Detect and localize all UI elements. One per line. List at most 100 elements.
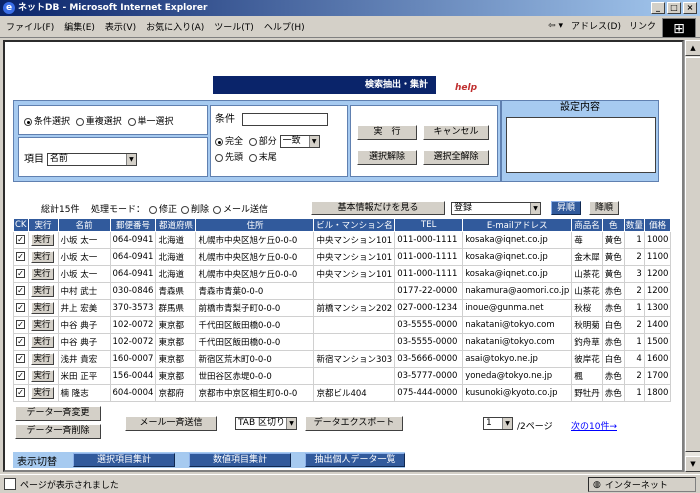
scroll-up-icon[interactable]: ▲ [685, 40, 700, 56]
col-ck[interactable]: CK [13, 218, 29, 232]
windows-logo-icon: ⊞ [662, 18, 696, 38]
row-checkbox[interactable]: ✓ [13, 282, 29, 300]
extract-list-button[interactable]: 抽出個人データ一覧 [305, 453, 405, 467]
mode-mail-radio[interactable]: メール送信 [213, 202, 268, 215]
menu-favorites[interactable]: お気に入り(A) [146, 20, 204, 33]
row-checkbox[interactable]: ✓ [13, 316, 29, 334]
match-radio-1[interactable]: 部分 [248, 137, 277, 147]
row-checkbox[interactable]: ✓ [13, 299, 29, 317]
mode-radio-0[interactable]: 条件選択 [24, 117, 70, 127]
row-exec-button[interactable]: 実行 [30, 301, 54, 314]
maximize-button[interactable]: □ [667, 2, 681, 14]
col-tel[interactable]: TEL [394, 218, 464, 232]
match-radio-3[interactable]: 末尾 [248, 153, 277, 163]
title-bar: e ネットDB - Microsoft Internet Explorer _ … [0, 0, 700, 16]
bulk-mail-button[interactable]: メール一斉送信 [125, 416, 217, 431]
col-name[interactable]: 名前 [57, 218, 111, 232]
export-button[interactable]: データエクスポート [305, 416, 403, 431]
cell-addr: 前橋市青梨子町0-0-0 [195, 299, 315, 317]
scroll-thumb[interactable] [685, 57, 700, 452]
row-exec-button[interactable]: 実行 [30, 250, 54, 263]
col-pref[interactable]: 都道府県 [155, 218, 197, 232]
match-type-select[interactable]: 一致 ▼ [279, 135, 320, 148]
col-product[interactable]: 商品名 [571, 218, 603, 232]
cell-pref: 東京都 [155, 333, 197, 351]
back-icon[interactable]: ⇦ ▾ [548, 21, 563, 31]
col-exec[interactable]: 実行 [27, 218, 59, 232]
row-exec-button[interactable]: 実行 [30, 318, 54, 331]
row-exec-button[interactable]: 実行 [30, 352, 54, 365]
settings-content[interactable] [506, 117, 656, 173]
cell-tel: 03-5777-0000 [394, 367, 464, 385]
cond-label: 条件 [215, 114, 235, 125]
clear-selection-button[interactable]: 選択解除 [357, 150, 417, 165]
col-color[interactable]: 色 [601, 218, 625, 232]
menu-edit[interactable]: 編集(E) [64, 20, 95, 33]
row-checkbox[interactable]: ✓ [13, 367, 29, 385]
tab-sep-select[interactable]: TAB 区切り ▼ [235, 417, 297, 430]
cell-bldg [313, 333, 396, 351]
bulk-change-button[interactable]: データ一斉変更 [15, 406, 101, 421]
cell-qty: 1 [623, 384, 645, 402]
row-checkbox[interactable]: ✓ [13, 333, 29, 351]
cell-bldg: 中央マンション101 [313, 248, 396, 266]
mode-edit-radio[interactable]: 修正 [149, 202, 177, 215]
match-radio-0[interactable]: 完全 [215, 137, 243, 147]
register-select[interactable]: 登録 ▼ [451, 202, 541, 215]
cell-zip: 102-0072 [109, 316, 157, 334]
cond-input[interactable] [241, 113, 328, 126]
col-address[interactable]: 住所 [195, 218, 315, 232]
cell-name: 小坂 太一 [57, 248, 111, 266]
col-zip[interactable]: 郵便番号 [109, 218, 157, 232]
row-checkbox[interactable]: ✓ [13, 248, 29, 266]
mode-radio-1[interactable]: 重複選択 [75, 117, 122, 127]
row-exec-button[interactable]: 実行 [30, 369, 54, 382]
row-checkbox[interactable]: ✓ [13, 350, 29, 368]
next-page-link[interactable]: 次の10件→ [571, 419, 617, 432]
row-exec-button[interactable]: 実行 [30, 267, 54, 280]
clear-all-button[interactable]: 選択全解除 [423, 150, 489, 165]
desc-button[interactable]: 降順 [589, 201, 619, 215]
row-exec-button[interactable]: 実行 [30, 335, 54, 348]
mode-radio-2[interactable]: 単一選択 [127, 117, 174, 127]
match-radio-2[interactable]: 先頭 [215, 153, 243, 163]
row-checkbox[interactable]: ✓ [13, 265, 29, 283]
minimize-button[interactable]: _ [651, 2, 665, 14]
cell-product: 苺 [571, 231, 603, 249]
row-exec-button[interactable]: 実行 [30, 284, 54, 297]
menu-file[interactable]: ファイル(F) [6, 20, 54, 33]
address-label[interactable]: アドレス(D) [571, 19, 621, 32]
data-table: CK 実行 名前 郵便番号 都道府県 住所 ビル・マンション名 TEL E-ma… [13, 218, 672, 402]
menu-view[interactable]: 表示(V) [105, 20, 136, 33]
col-building[interactable]: ビル・マンション名 [313, 218, 396, 232]
numeric-summary-button[interactable]: 数値項目集計 [189, 453, 291, 467]
menu-tools[interactable]: ツール(T) [214, 20, 254, 33]
select-summary-button[interactable]: 選択項目集計 [73, 453, 175, 467]
row-checkbox[interactable]: ✓ [13, 231, 29, 249]
col-email[interactable]: E-mailアドレス [462, 218, 573, 232]
links-label[interactable]: リンク [629, 19, 656, 32]
cell-name: 楠 隆志 [57, 384, 111, 402]
basic-info-button[interactable]: 基本情報だけを見る [311, 201, 445, 215]
mode-delete-radio[interactable]: 削除 [181, 202, 209, 215]
close-button[interactable]: × [683, 2, 697, 14]
asc-button[interactable]: 昇順 [551, 201, 581, 215]
exec-button[interactable]: 実 行 [357, 125, 417, 140]
row-exec-button[interactable]: 実行 [30, 233, 54, 246]
col-qty[interactable]: 数量 [623, 218, 645, 232]
bulk-delete-button[interactable]: データ一斉削除 [15, 424, 101, 439]
vertical-scrollbar[interactable]: ▲ ▼ [684, 40, 700, 472]
scroll-down-icon[interactable]: ▼ [685, 456, 700, 472]
menu-help[interactable]: ヘルプ(H) [264, 20, 305, 33]
row-checkbox[interactable]: ✓ [13, 384, 29, 402]
row-exec-cell: 実行 [27, 316, 59, 334]
col-price[interactable]: 価格 [643, 218, 672, 232]
cancel-button[interactable]: キャンセル [423, 125, 489, 140]
item-select[interactable]: 名前 ▼ [46, 153, 137, 166]
help-link[interactable]: help [455, 83, 477, 93]
cell-zip: 160-0007 [109, 350, 157, 368]
cell-tel: 027-000-1234 [394, 299, 464, 317]
row-exec-button[interactable]: 実行 [30, 386, 54, 399]
page-select[interactable]: 1 ▼ [483, 417, 513, 430]
cell-qty: 3 [623, 265, 645, 283]
